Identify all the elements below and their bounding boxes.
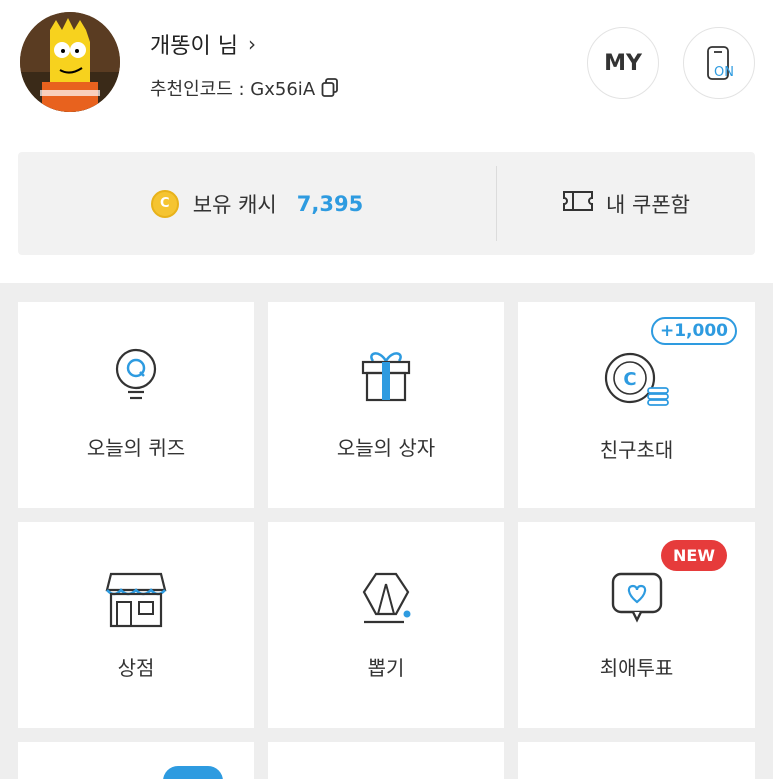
cash-balance[interactable]: C 보유 캐시 7,395 bbox=[18, 152, 496, 255]
badge bbox=[163, 766, 223, 779]
tile-label: 오늘의 상자 bbox=[336, 436, 436, 460]
tile-label: 친구초대 bbox=[599, 438, 674, 462]
chevron-right-icon: › bbox=[247, 32, 256, 56]
avatar[interactable] bbox=[20, 12, 120, 112]
cash-amount: 7,395 bbox=[296, 191, 364, 216]
tile-row3-3[interactable] bbox=[518, 742, 755, 779]
coupon-box-button[interactable]: 내 쿠폰함 bbox=[497, 152, 755, 255]
coin-stack-icon: C bbox=[604, 350, 670, 410]
tile-daily-quiz[interactable]: 오늘의 퀴즈 bbox=[18, 302, 254, 508]
on-toggle-button[interactable]: ON bbox=[683, 27, 755, 99]
quiz-bulb-icon bbox=[112, 347, 160, 411]
tile-invite-friends[interactable]: +1,000 C 친구초대 bbox=[518, 302, 755, 508]
cash-label: 보유 캐시 bbox=[192, 192, 277, 217]
avatar-image bbox=[20, 12, 120, 112]
my-button[interactable]: MY bbox=[587, 27, 659, 99]
tile-row3-2[interactable] bbox=[268, 742, 504, 779]
tile-favorite-vote[interactable]: NEW 최애투표 bbox=[518, 522, 755, 728]
store-icon bbox=[105, 572, 167, 632]
tile-label: 뽑기 bbox=[367, 656, 405, 680]
referral-code: 추천인코드 : Gx56iA bbox=[150, 79, 316, 100]
referral-code-row: 추천인코드 : Gx56iA bbox=[150, 75, 339, 101]
reward-badge: +1,000 bbox=[650, 317, 737, 345]
tile-row3-1[interactable] bbox=[18, 742, 254, 779]
tile-gacha[interactable]: 뽑기 bbox=[268, 522, 504, 728]
tile-label: 오늘의 퀴즈 bbox=[86, 436, 186, 460]
profile-header: 개똥이 님 › 추천인코드 : Gx56iA MY ON bbox=[0, 0, 773, 140]
svg-text:C: C bbox=[623, 369, 636, 390]
gift-box-icon bbox=[359, 347, 413, 407]
profile-name: 개똥이 님 bbox=[150, 34, 238, 59]
tile-store[interactable]: 상점 bbox=[18, 522, 254, 728]
coupon-icon bbox=[562, 190, 594, 217]
coupon-label: 내 쿠폰함 bbox=[606, 192, 690, 217]
tile-label: 최애투표 bbox=[599, 656, 674, 680]
cash-bar: C 보유 캐시 7,395 내 쿠폰함 bbox=[18, 152, 755, 255]
tile-daily-box[interactable]: 오늘의 상자 bbox=[268, 302, 504, 508]
new-badge: NEW bbox=[661, 540, 727, 571]
tile-label: 상점 bbox=[117, 656, 155, 680]
gacha-icon bbox=[358, 570, 414, 632]
coin-icon: C bbox=[150, 189, 179, 218]
heart-bubble-icon bbox=[609, 570, 665, 630]
profile-name-row[interactable]: 개똥이 님 › bbox=[150, 28, 256, 60]
on-label: ON bbox=[714, 65, 734, 80]
copy-icon[interactable] bbox=[321, 78, 339, 98]
